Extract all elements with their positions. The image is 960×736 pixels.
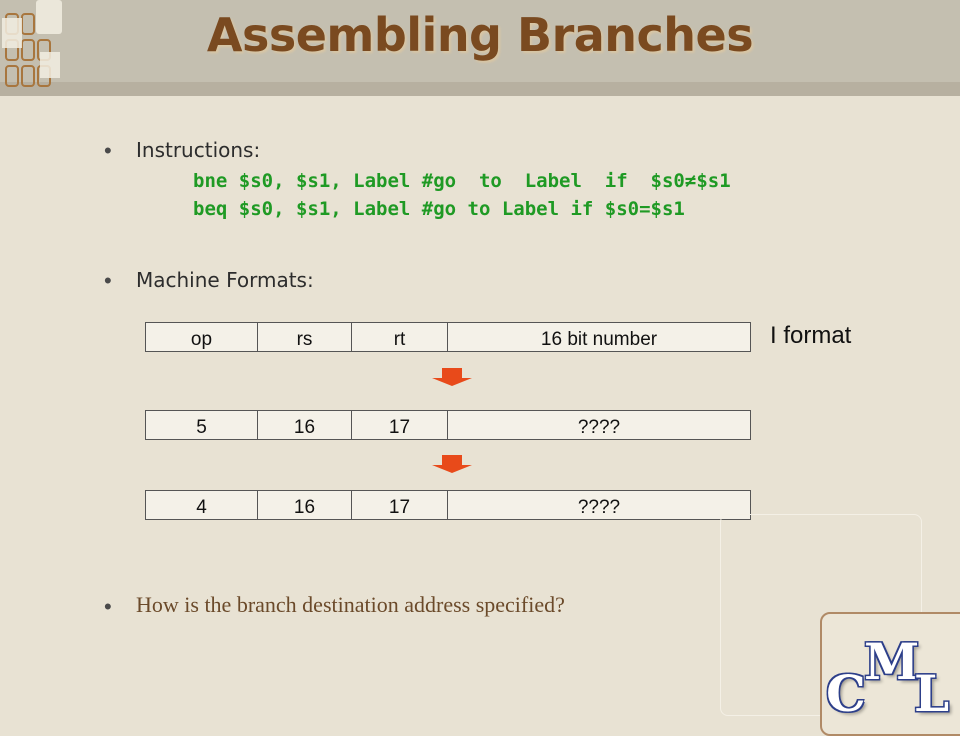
bullet-dot: • <box>104 138 112 163</box>
cell-rt: 17 <box>352 491 448 519</box>
cell-op: 5 <box>146 411 258 439</box>
cell-rt: rt <box>352 323 448 351</box>
logo-letter-m: M <box>864 632 920 691</box>
cell-rs: 16 <box>258 491 352 519</box>
beq-encoding-row: 4 16 17 ???? <box>145 490 751 520</box>
cell-immediate: ???? <box>577 497 621 518</box>
bullet-dot: • <box>104 268 112 293</box>
bullet-instructions: Instructions: <box>136 138 261 162</box>
cell-rs: rs <box>258 323 352 351</box>
logo-letter-c: C <box>826 664 866 723</box>
logo-letter-l: L <box>914 664 950 723</box>
code-line-bne: bne $s0, $s1, Label #go to Label if $s0≠… <box>193 170 731 192</box>
cell-immediate: 16 bit number <box>540 329 658 350</box>
cell-rs: 16 <box>258 411 352 439</box>
bne-encoding-row: 5 16 17 ???? <box>145 410 751 440</box>
slide-title: Assembling Branches <box>206 8 754 62</box>
down-arrow-icon <box>432 368 472 386</box>
bullet-machine-formats: Machine Formats: <box>136 268 314 292</box>
code-line-beq: beq $s0, $s1, Label #go to Label if $s0=… <box>193 198 685 220</box>
cell-op: 4 <box>146 491 258 519</box>
down-arrow-icon <box>432 455 472 473</box>
header-rule <box>0 82 960 96</box>
cell-op: op <box>146 323 258 351</box>
cell-rt: 17 <box>352 411 448 439</box>
bullet-dot: • <box>104 594 112 619</box>
question-text: How is the branch destination address sp… <box>136 592 565 617</box>
cell-immediate: ???? <box>577 417 621 438</box>
i-format-label: I format <box>770 322 852 349</box>
i-format-header-row: op rs rt 16 bit number <box>145 322 751 352</box>
